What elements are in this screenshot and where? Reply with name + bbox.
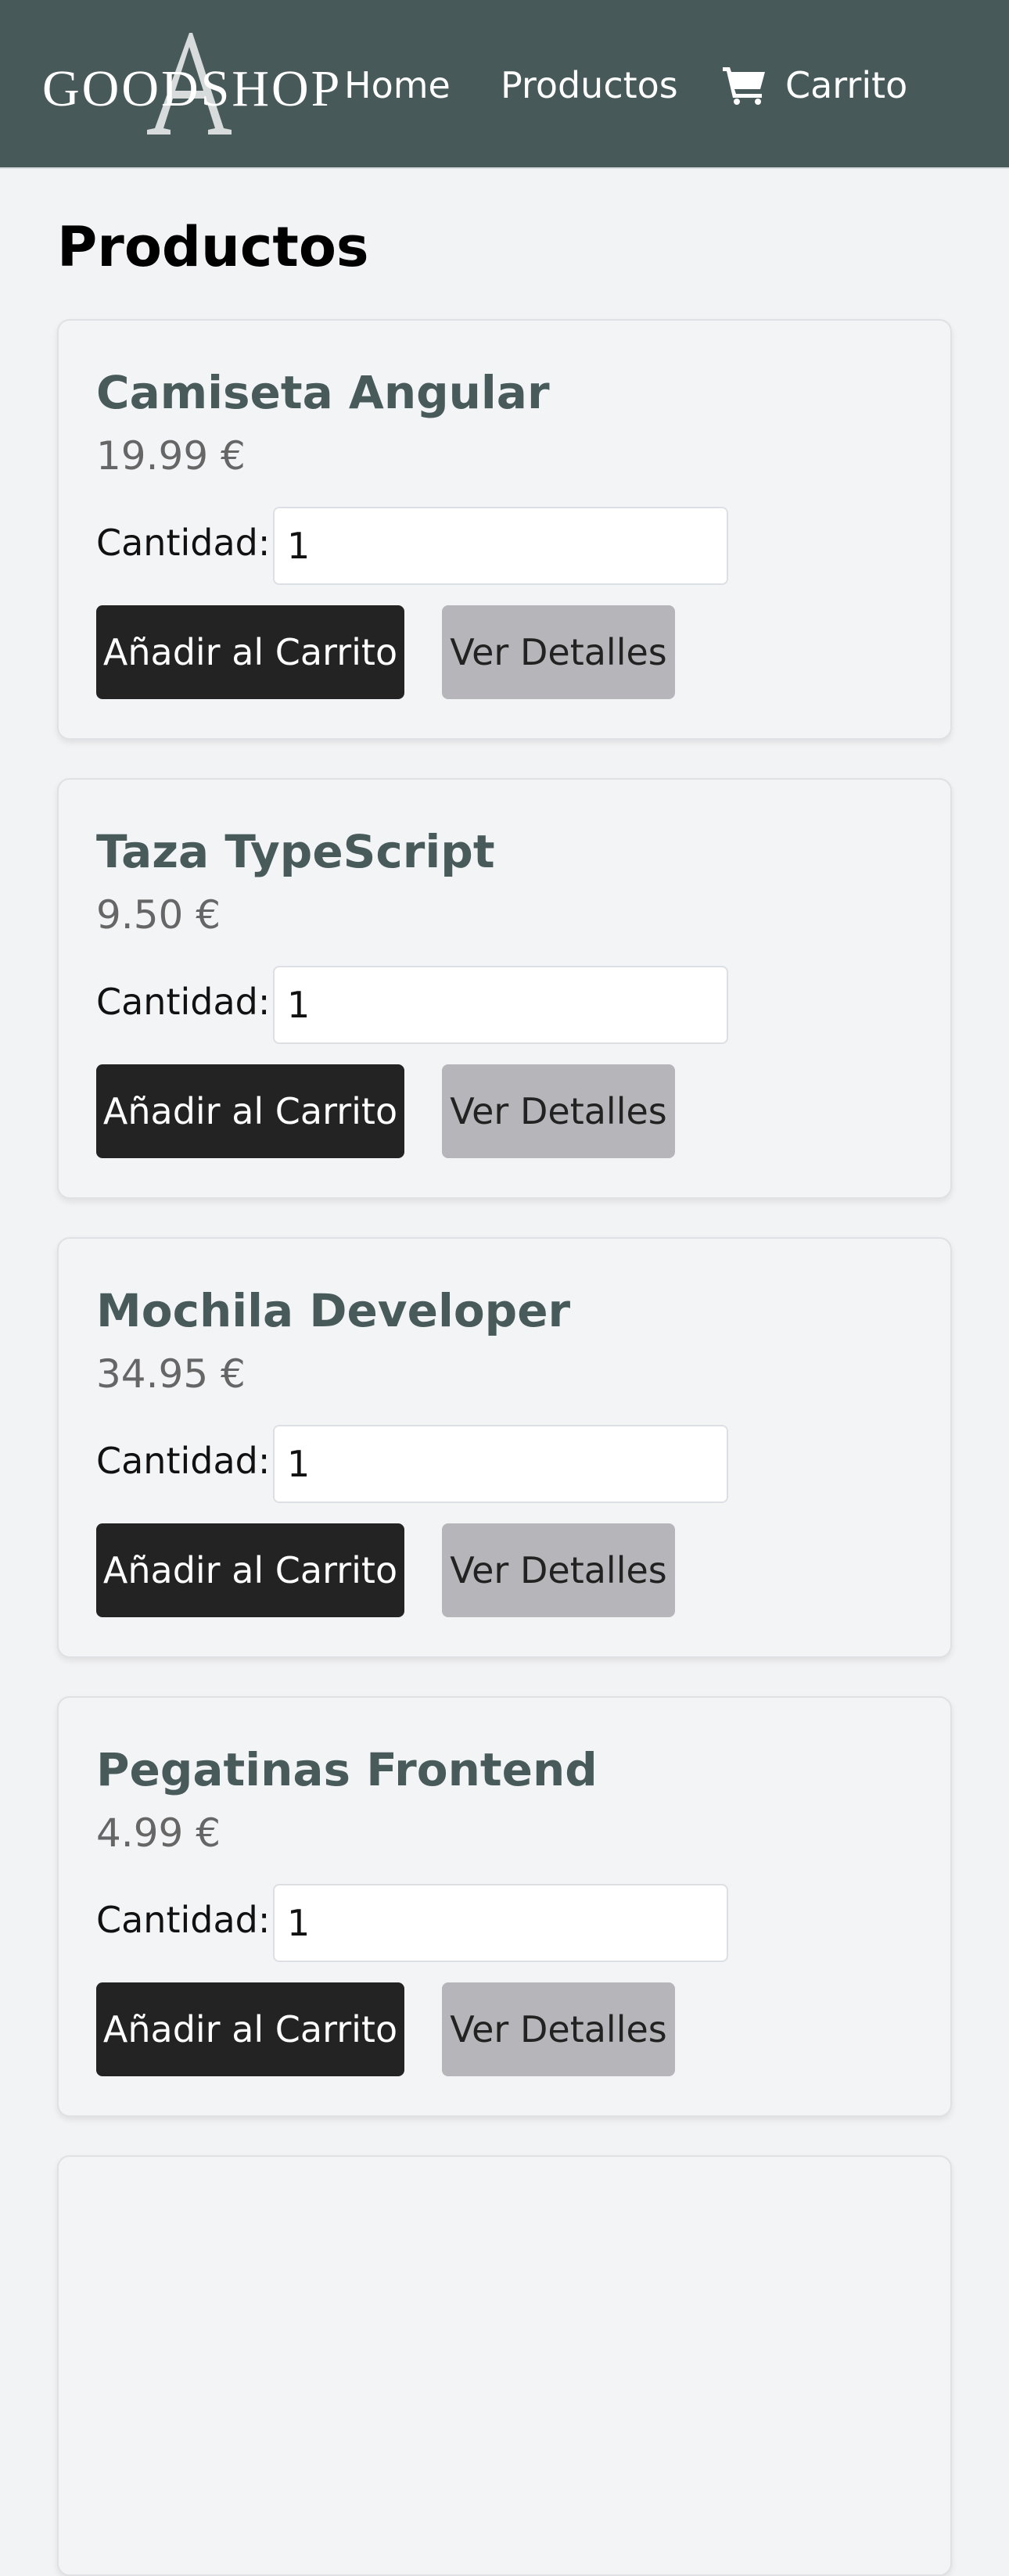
product-name: Taza TypeScript	[96, 825, 495, 878]
add-to-cart-button[interactable]: Añadir al Carrito	[96, 1982, 404, 2076]
quantity-input[interactable]	[273, 1425, 728, 1503]
nav-productos-link[interactable]: Productos	[501, 56, 678, 114]
quantity-label: Cantidad:	[96, 1899, 271, 1941]
product-card: Taza TypeScript 9.50 € Cantidad: Añadir …	[57, 778, 952, 1199]
view-details-button[interactable]: Ver Detalles	[442, 605, 675, 699]
nav-carrito-link[interactable]: Carrito	[721, 56, 907, 114]
nav-home-link[interactable]: Home	[344, 56, 451, 114]
page-title: Productos	[57, 215, 369, 279]
add-to-cart-button[interactable]: Añadir al Carrito	[96, 605, 404, 699]
product-price: 19.99 €	[96, 433, 246, 479]
nav-carrito-label: Carrito	[785, 64, 908, 106]
product-card: Mochila Developer 34.95 € Cantidad: Añad…	[57, 1237, 952, 1658]
quantity-input[interactable]	[273, 966, 728, 1044]
product-price: 4.99 €	[96, 1810, 221, 1856]
quantity-label: Cantidad:	[96, 1440, 271, 1482]
goodshop-logo[interactable]: GOODSHOP	[42, 31, 339, 137]
navbar: GOODSHOP Home Productos Carrito	[0, 0, 1009, 169]
product-name: Pegatinas Frontend	[96, 1743, 598, 1796]
product-card: Camiseta Angular 19.99 € Cantidad: Añadi…	[57, 319, 952, 740]
product-price: 34.95 €	[96, 1351, 246, 1397]
cart-icon	[723, 67, 765, 105]
product-price: 9.50 €	[96, 892, 221, 938]
view-details-button[interactable]: Ver Detalles	[442, 1064, 675, 1158]
logo-wordmark: GOODSHOP	[42, 60, 343, 117]
quantity-label: Cantidad:	[96, 981, 271, 1023]
add-to-cart-button[interactable]: Añadir al Carrito	[96, 1523, 404, 1617]
product-name: Mochila Developer	[96, 1284, 571, 1337]
quantity-label: Cantidad:	[96, 522, 271, 564]
product-card: Pegatinas Frontend 4.99 € Cantidad: Añad…	[57, 1696, 952, 2117]
product-name: Camiseta Angular	[96, 366, 550, 419]
view-details-button[interactable]: Ver Detalles	[442, 1982, 675, 2076]
quantity-input[interactable]	[273, 507, 728, 585]
quantity-input[interactable]	[273, 1884, 728, 1962]
product-card-partial	[57, 2155, 952, 2576]
add-to-cart-button[interactable]: Añadir al Carrito	[96, 1064, 404, 1158]
view-details-button[interactable]: Ver Detalles	[442, 1523, 675, 1617]
